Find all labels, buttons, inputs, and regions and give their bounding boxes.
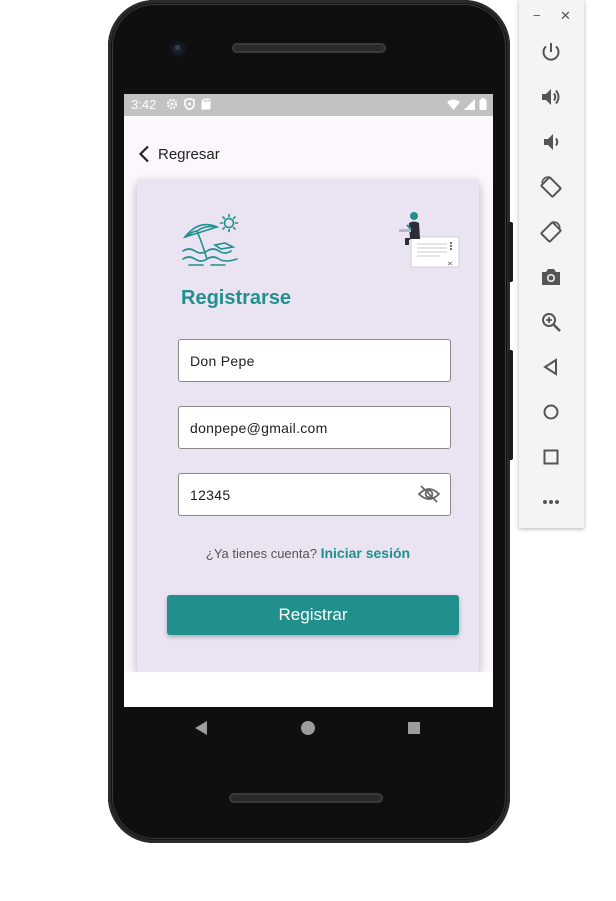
power-key <box>508 350 513 460</box>
login-row: ¿Ya tienes cuenta? Iniciar sesión <box>137 545 479 561</box>
close-icon[interactable]: ✕ <box>560 8 571 24</box>
screen-bottom-area <box>124 672 493 707</box>
home-icon[interactable] <box>539 400 563 424</box>
register-button[interactable]: Registrar <box>167 595 459 635</box>
register-card: Registrarse ¿Ya tienes cuenta? Iniciar s… <box>137 179 479 672</box>
person-desk-icon <box>399 212 460 268</box>
bottom-speaker <box>229 793 383 803</box>
page-title: Registrarse <box>181 287 292 309</box>
back-icon[interactable] <box>539 355 563 379</box>
emulator-toolbar: − ✕ <box>519 0 584 528</box>
visibility-off-icon[interactable] <box>418 485 440 503</box>
android-nav-bar <box>124 707 493 751</box>
wifi-icon <box>447 99 460 110</box>
name-field-box <box>178 339 451 382</box>
password-field-box <box>178 473 451 516</box>
battery-icon <box>479 98 487 110</box>
rotate-left-icon[interactable] <box>539 175 563 199</box>
settings-icon <box>166 98 178 110</box>
login-link[interactable]: Iniciar sesión <box>321 545 410 561</box>
sd-card-icon <box>201 98 211 110</box>
power-icon[interactable] <box>539 40 563 64</box>
name-input[interactable] <box>190 340 420 381</box>
rotate-right-icon[interactable] <box>539 220 563 244</box>
camera-icon[interactable] <box>539 265 563 289</box>
overview-icon[interactable] <box>539 445 563 469</box>
volume-up-icon[interactable] <box>539 85 563 109</box>
password-input[interactable] <box>190 474 420 515</box>
shield-icon <box>184 98 195 110</box>
back-button[interactable]: Regresar <box>138 145 220 163</box>
more-icon[interactable] <box>539 490 563 514</box>
volume-down-icon[interactable] <box>539 130 563 154</box>
nav-home-icon[interactable] <box>301 721 315 735</box>
login-prompt: ¿Ya tienes cuenta? <box>205 546 317 561</box>
signal-icon <box>464 98 475 110</box>
chevron-left-icon <box>138 145 149 163</box>
status-time: 3:42 <box>131 97 157 112</box>
email-field-box <box>178 406 451 449</box>
email-input[interactable] <box>190 407 420 448</box>
front-camera <box>170 41 186 57</box>
nav-back-icon[interactable] <box>195 721 207 735</box>
app-screen: 3:42 Regresar Registrarse Don Pepe donpe… <box>124 94 493 707</box>
back-label: Regresar <box>158 145 220 163</box>
top-speaker <box>232 43 386 53</box>
beach-umbrella-icon <box>182 213 239 266</box>
zoom-icon[interactable] <box>539 310 563 334</box>
minimize-icon[interactable]: − <box>533 8 541 23</box>
nav-overview-icon[interactable] <box>408 722 420 734</box>
status-bar: 3:42 <box>124 94 493 116</box>
volume-rocker <box>508 222 513 282</box>
